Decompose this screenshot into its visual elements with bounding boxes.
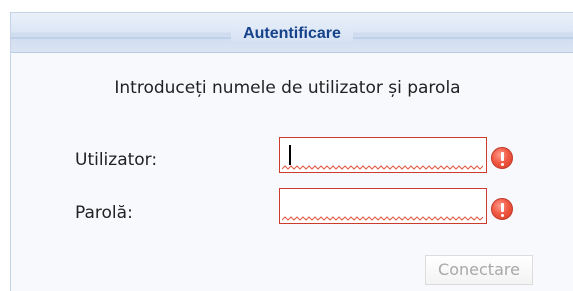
- username-error-icon: [491, 147, 513, 169]
- password-label: Parolă:: [75, 203, 133, 223]
- password-error-icon: [491, 198, 513, 220]
- login-panel: Autentificare Introduceți numele de util…: [10, 12, 573, 291]
- username-label: Utilizator:: [75, 150, 158, 170]
- validation-squiggle: [282, 165, 484, 170]
- username-field[interactable]: [279, 137, 487, 173]
- panel-header: Autentificare: [11, 13, 573, 53]
- panel-title-text: Autentificare: [231, 25, 353, 42]
- text-caret: [289, 145, 291, 165]
- connect-button[interactable]: Conectare: [425, 255, 533, 285]
- panel-title: Autentificare: [11, 25, 573, 43]
- validation-squiggle: [282, 216, 484, 221]
- login-instructions: Introduceți numele de utilizator și paro…: [114, 78, 461, 98]
- password-field[interactable]: [279, 188, 487, 224]
